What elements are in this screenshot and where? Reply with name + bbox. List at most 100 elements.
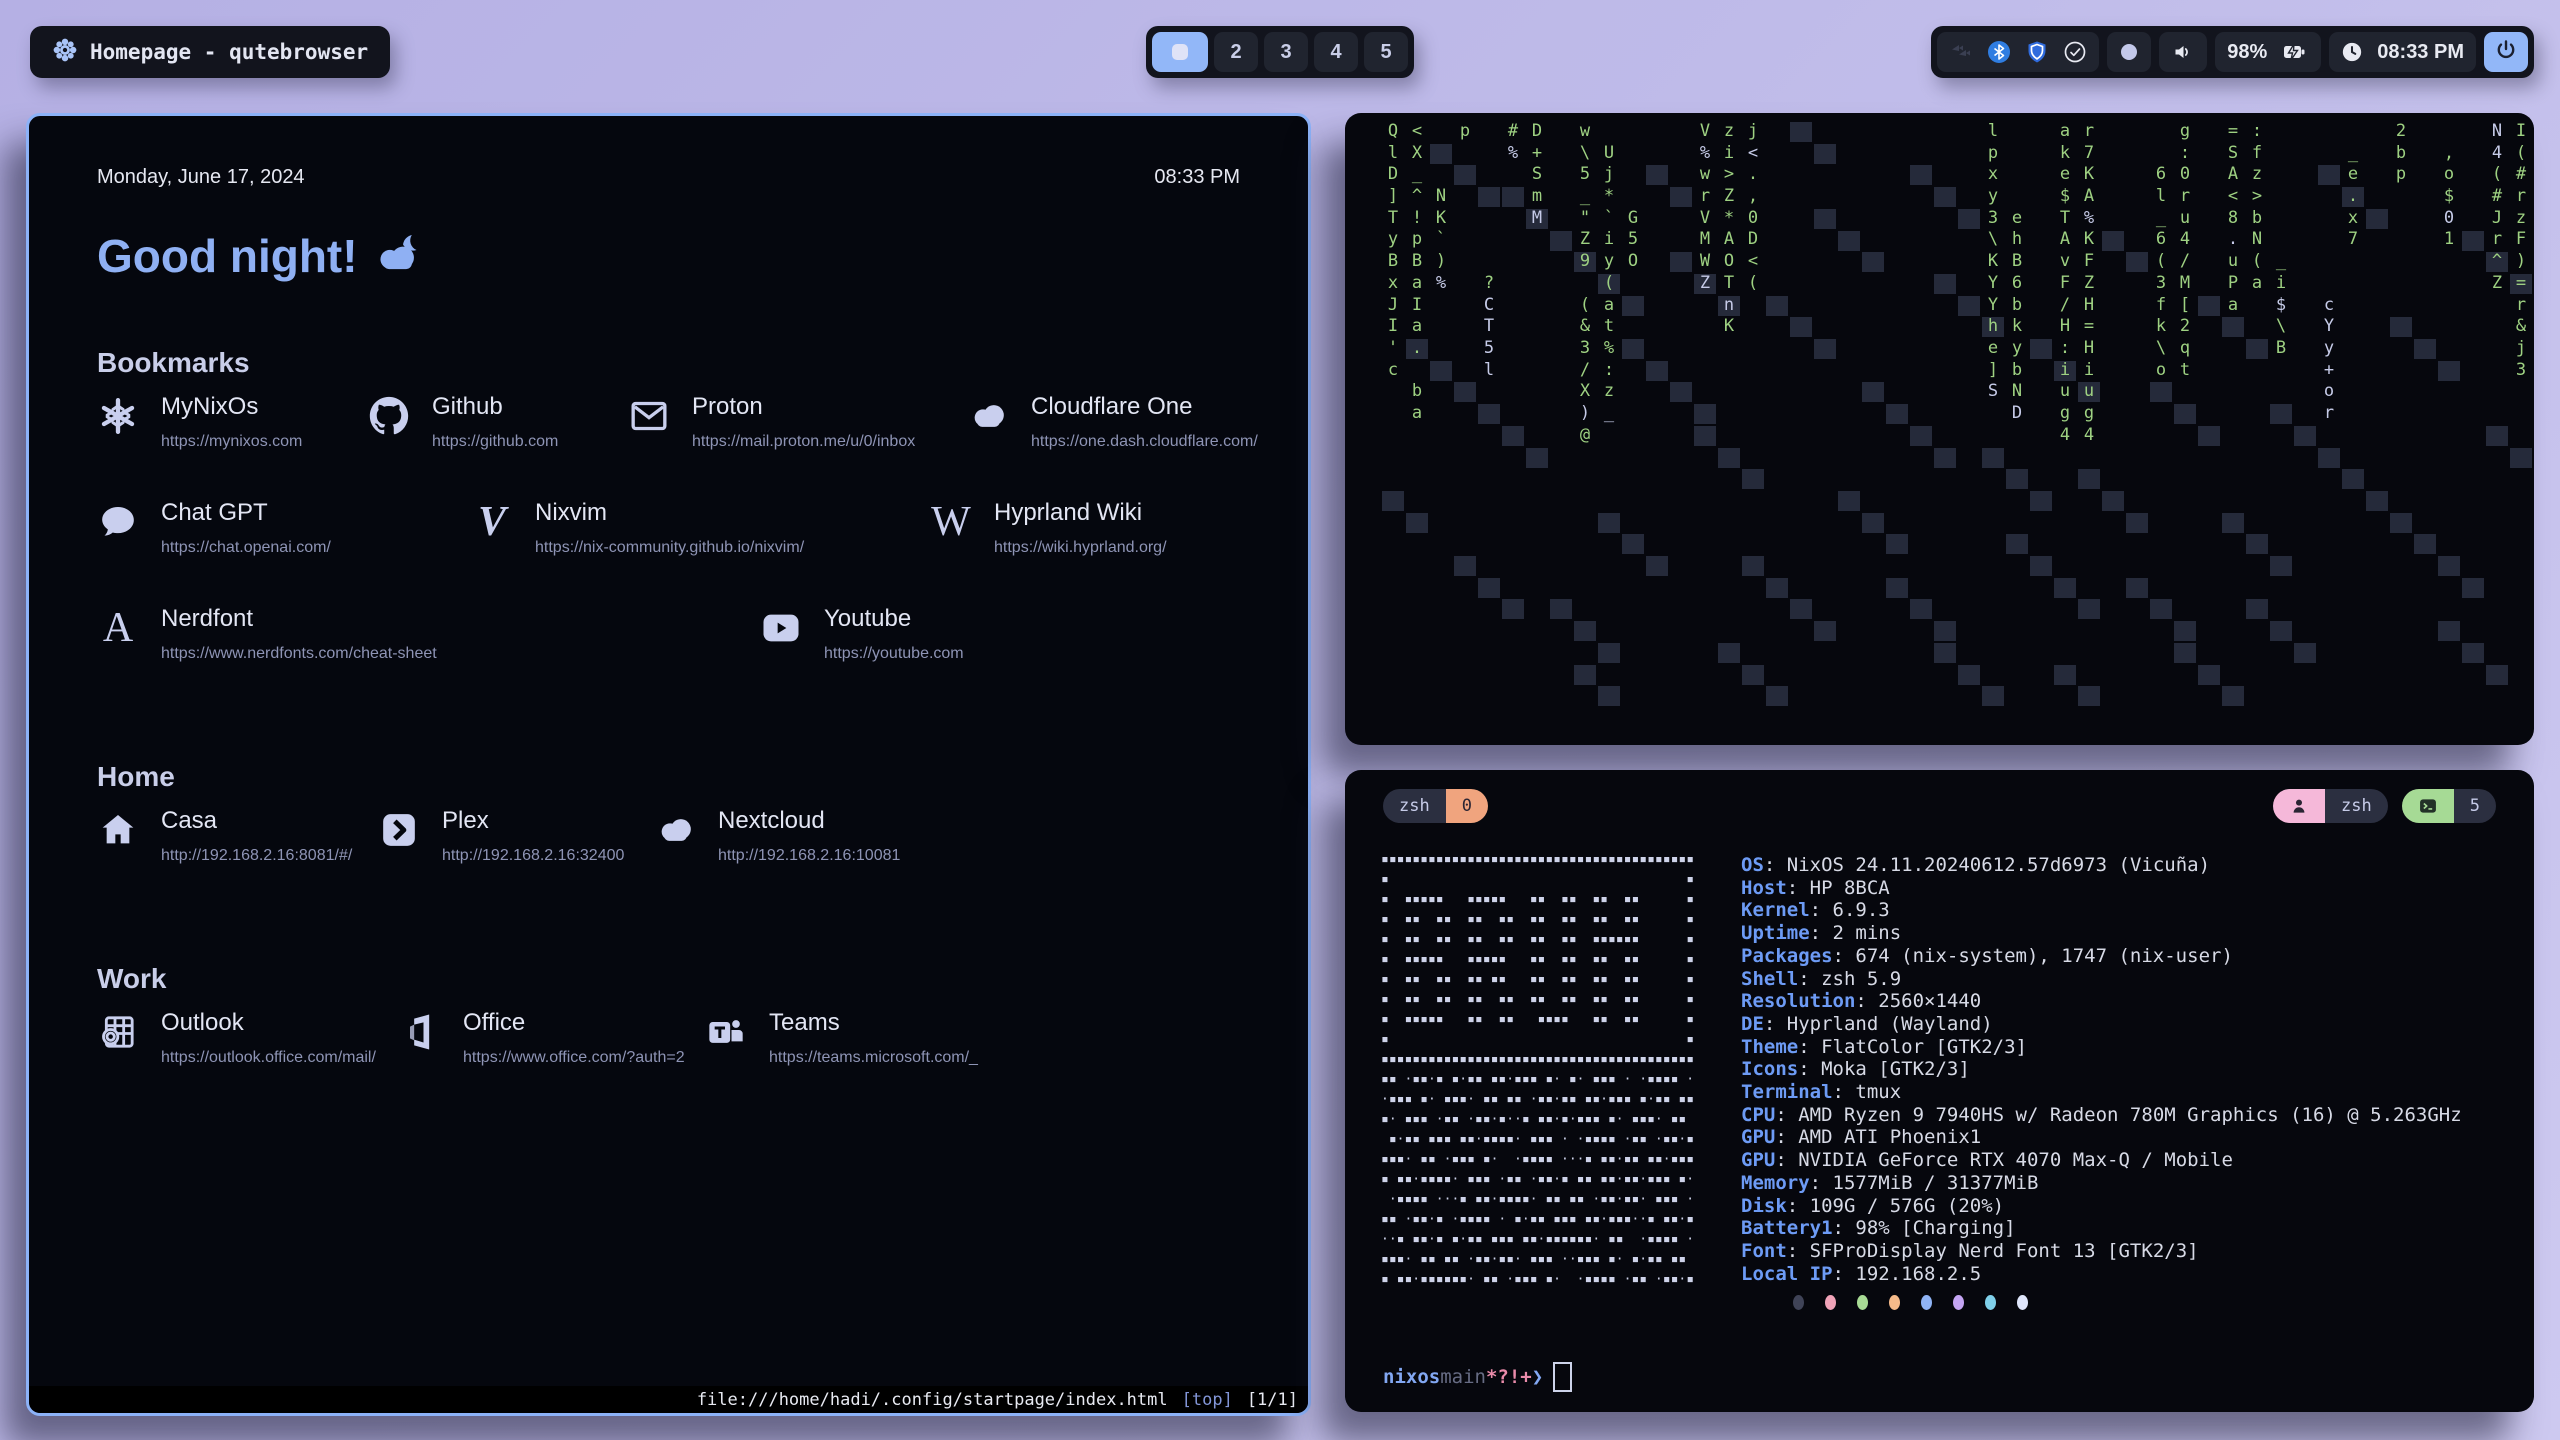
bookmark-url: https://www.nerdfonts.com/cheat-sheet bbox=[161, 645, 437, 663]
text-cursor[interactable] bbox=[1553, 1362, 1572, 1392]
bookmark-office[interactable]: Officehttps://www.office.com/?auth=2 bbox=[399, 1009, 685, 1067]
active-workspace-dot bbox=[1172, 44, 1188, 60]
bookmark-url: https://chat.openai.com/ bbox=[161, 539, 331, 557]
fastfetch-label: Disk bbox=[1741, 1195, 1787, 1217]
matrix-trail-block bbox=[1646, 556, 1668, 576]
palette-dot-2 bbox=[1857, 1295, 1868, 1310]
tmux-windows-pill[interactable]: 5 bbox=[2402, 789, 2496, 823]
matrix-trail-block bbox=[2270, 621, 2292, 641]
clock-segment[interactable]: 08:33 PM bbox=[2329, 32, 2476, 72]
matrix-trail-block bbox=[1814, 339, 1836, 359]
fastfetch-label: Icons bbox=[1741, 1058, 1798, 1080]
matrix-trail-block bbox=[1502, 599, 1524, 619]
fastfetch-label: Local IP bbox=[1741, 1263, 1833, 1285]
bookmark-casa[interactable]: Casahttp://192.168.2.16:8081/#/ bbox=[97, 807, 352, 865]
shield-icon[interactable] bbox=[2025, 40, 2049, 64]
battery-charging-icon bbox=[2281, 40, 2309, 64]
workspace-button-5[interactable]: 5 bbox=[1364, 32, 1408, 72]
fastfetch-line-packages: Packages: 674 (nix-system), 1747 (nix-us… bbox=[1741, 945, 2462, 968]
office-icon bbox=[399, 1011, 441, 1053]
matrix-trail-block bbox=[2126, 252, 2148, 272]
bookmark-url: https://wiki.hyprland.org/ bbox=[994, 539, 1167, 557]
matrix-trail-block bbox=[2246, 339, 2268, 359]
matrix-trail-block bbox=[2222, 317, 2244, 337]
matrix-trail-block bbox=[1382, 491, 1404, 511]
matrix-trail-block bbox=[1694, 426, 1716, 446]
fastfetch-terminal-window[interactable]: zsh 0 zsh 5 ▪▪▪▪▪▪▪▪▪▪▪▪▪▪▪▪▪▪▪▪▪▪▪▪▪▪▪▪… bbox=[1345, 770, 2534, 1412]
fastfetch-value: : SFProDisplay Nerd Font 13 [GTK2/3] bbox=[1787, 1240, 2199, 1262]
bookmark-proton[interactable]: Protonhttps://mail.proton.me/u/0/inbox bbox=[628, 393, 915, 451]
bookmark-text: Teamshttps://teams.microsoft.com/_ bbox=[769, 1009, 978, 1067]
qutebrowser-icon bbox=[52, 37, 78, 68]
matrix-trail-block bbox=[2174, 643, 2196, 663]
bookmark-teams[interactable]: Teamshttps://teams.microsoft.com/_ bbox=[705, 1009, 978, 1067]
matrix-trail-block bbox=[2078, 469, 2100, 489]
bookmark-cloudflare-one[interactable]: Cloudflare Onehttps://one.dash.cloudflar… bbox=[967, 393, 1258, 451]
matrix-column: ake$TAvF/H:iug4 bbox=[2053, 121, 2077, 446]
bookmark-hyprland-wiki[interactable]: WHyprland Wikihttps://wiki.hyprland.org/ bbox=[930, 499, 1167, 557]
workspace-button-2[interactable]: 2 bbox=[1214, 32, 1258, 72]
bookmark-url: http://192.168.2.16:8081/#/ bbox=[161, 847, 352, 865]
matrix-trail-block bbox=[1742, 469, 1764, 489]
fastfetch-value: : Hyprland (Wayland) bbox=[1764, 1013, 1993, 1035]
bookmark-nextcloud[interactable]: Nextcloudhttp://192.168.2.16:10081 bbox=[654, 807, 900, 865]
matrix-trail-block bbox=[1742, 665, 1764, 685]
matrix-column: g:0ru4/M[2qt bbox=[2173, 121, 2197, 381]
fastfetch-value: : 674 (nix-system), 1747 (nix-user) bbox=[1833, 945, 2233, 967]
workspace-button-1-active[interactable] bbox=[1152, 32, 1208, 72]
matrix-rain: QlD]TyBxJI'c<X_^!pBaIa. baNK`)%p?CT5l#%D… bbox=[1345, 113, 2534, 745]
workspace-button-4[interactable]: 4 bbox=[1314, 32, 1358, 72]
bookmark-github[interactable]: Githubhttps://github.com bbox=[368, 393, 558, 451]
matrix-column: 2bp bbox=[2389, 121, 2413, 186]
matrix-trail-block bbox=[1622, 339, 1644, 359]
bookmark-name: Chat GPT bbox=[161, 499, 331, 527]
matrix-trail-block bbox=[1430, 144, 1452, 164]
indicator-segment[interactable] bbox=[2107, 32, 2151, 72]
bookmark-plex[interactable]: Plexhttp://192.168.2.16:32400 bbox=[378, 807, 624, 865]
tmux-session-pill[interactable]: zsh 0 bbox=[1383, 789, 1488, 823]
matrix-column: 6l_6(3fk\o bbox=[2149, 164, 2173, 381]
matrix-trail-block bbox=[2246, 534, 2268, 554]
bookmark-outlook[interactable]: Outlookhttps://outlook.office.com/mail/ bbox=[97, 1009, 376, 1067]
bluetooth-icon[interactable] bbox=[1987, 40, 2011, 64]
bookmark-text: Protonhttps://mail.proton.me/u/0/inbox bbox=[692, 393, 915, 451]
matrix-trail-block bbox=[2390, 513, 2412, 533]
speaker-icon bbox=[2171, 40, 2195, 64]
bookmark-youtube[interactable]: Youtubehttps://youtube.com bbox=[760, 605, 964, 663]
fastfetch-value: : 2560×1440 bbox=[1855, 990, 1981, 1012]
matrix-trail-block bbox=[2054, 578, 2076, 598]
battery-segment[interactable]: 98% bbox=[2215, 32, 2321, 72]
tmux-session-name: zsh bbox=[1383, 789, 1446, 823]
palette-dot-1 bbox=[1825, 1295, 1836, 1310]
bookmark-name: Plex bbox=[442, 807, 624, 835]
bookmark-chat-gpt[interactable]: Chat GPT https://chat.openai.com/ bbox=[97, 499, 331, 557]
bookmark-nixvim[interactable]: VNixvimhttps://nix-community.github.io/n… bbox=[471, 499, 804, 557]
fastfetch-ascii-art: ▪▪▪▪▪▪▪▪▪▪▪▪▪▪▪▪▪▪▪▪▪▪▪▪▪▪▪▪▪▪▪▪▪▪▪▪▪▪▪▪… bbox=[1381, 850, 1694, 1290]
battery-percent: 98% bbox=[2227, 41, 2267, 64]
fastfetch-label: Terminal bbox=[1741, 1081, 1833, 1103]
workspace-button-3[interactable]: 3 bbox=[1264, 32, 1308, 72]
matrix-trail-block bbox=[1598, 513, 1620, 533]
arrows-icon[interactable] bbox=[1949, 40, 1973, 64]
startpage-date: Monday, June 17, 2024 bbox=[97, 166, 305, 189]
fastfetch-value: : AMD Ryzen 9 7940HS w/ Radeon 780M Grap… bbox=[1775, 1104, 2461, 1126]
volume-segment[interactable] bbox=[2159, 32, 2207, 72]
palette-dot-5 bbox=[1953, 1295, 1964, 1310]
matrix-trail-block bbox=[1886, 404, 1908, 424]
bookmark-text: Youtubehttps://youtube.com bbox=[824, 605, 964, 663]
bookmark-mynixos[interactable]: MyNixOshttps://mynixos.com bbox=[97, 393, 302, 451]
bookmark-text: Nerdfonthttps://www.nerdfonts.com/cheat-… bbox=[161, 605, 437, 663]
bookmark-nerdfont[interactable]: ANerdfonthttps://www.nerdfonts.com/cheat… bbox=[97, 605, 437, 663]
matrix-trail-block bbox=[2198, 426, 2220, 446]
clock-time: 08:33 PM bbox=[2377, 41, 2464, 64]
check-circle-icon[interactable] bbox=[2063, 40, 2087, 64]
power-button[interactable] bbox=[2484, 32, 2528, 72]
cmatrix-terminal-window[interactable]: QlD]TyBxJI'c<X_^!pBaIa. baNK`)%p?CT5l#%D… bbox=[1345, 113, 2534, 745]
matrix-trail-block bbox=[1862, 513, 1884, 533]
bookmark-name: Office bbox=[463, 1009, 685, 1037]
matrix-column: lpxy3\KYYhe]S bbox=[1981, 121, 2005, 403]
matrix-trail-block bbox=[2030, 556, 2052, 576]
bookmark-row: Casahttp://192.168.2.16:8081/#/Plexhttp:… bbox=[97, 807, 1240, 899]
tmux-user-pill[interactable]: zsh bbox=[2273, 789, 2388, 823]
matrix-trail-block bbox=[2102, 231, 2124, 251]
